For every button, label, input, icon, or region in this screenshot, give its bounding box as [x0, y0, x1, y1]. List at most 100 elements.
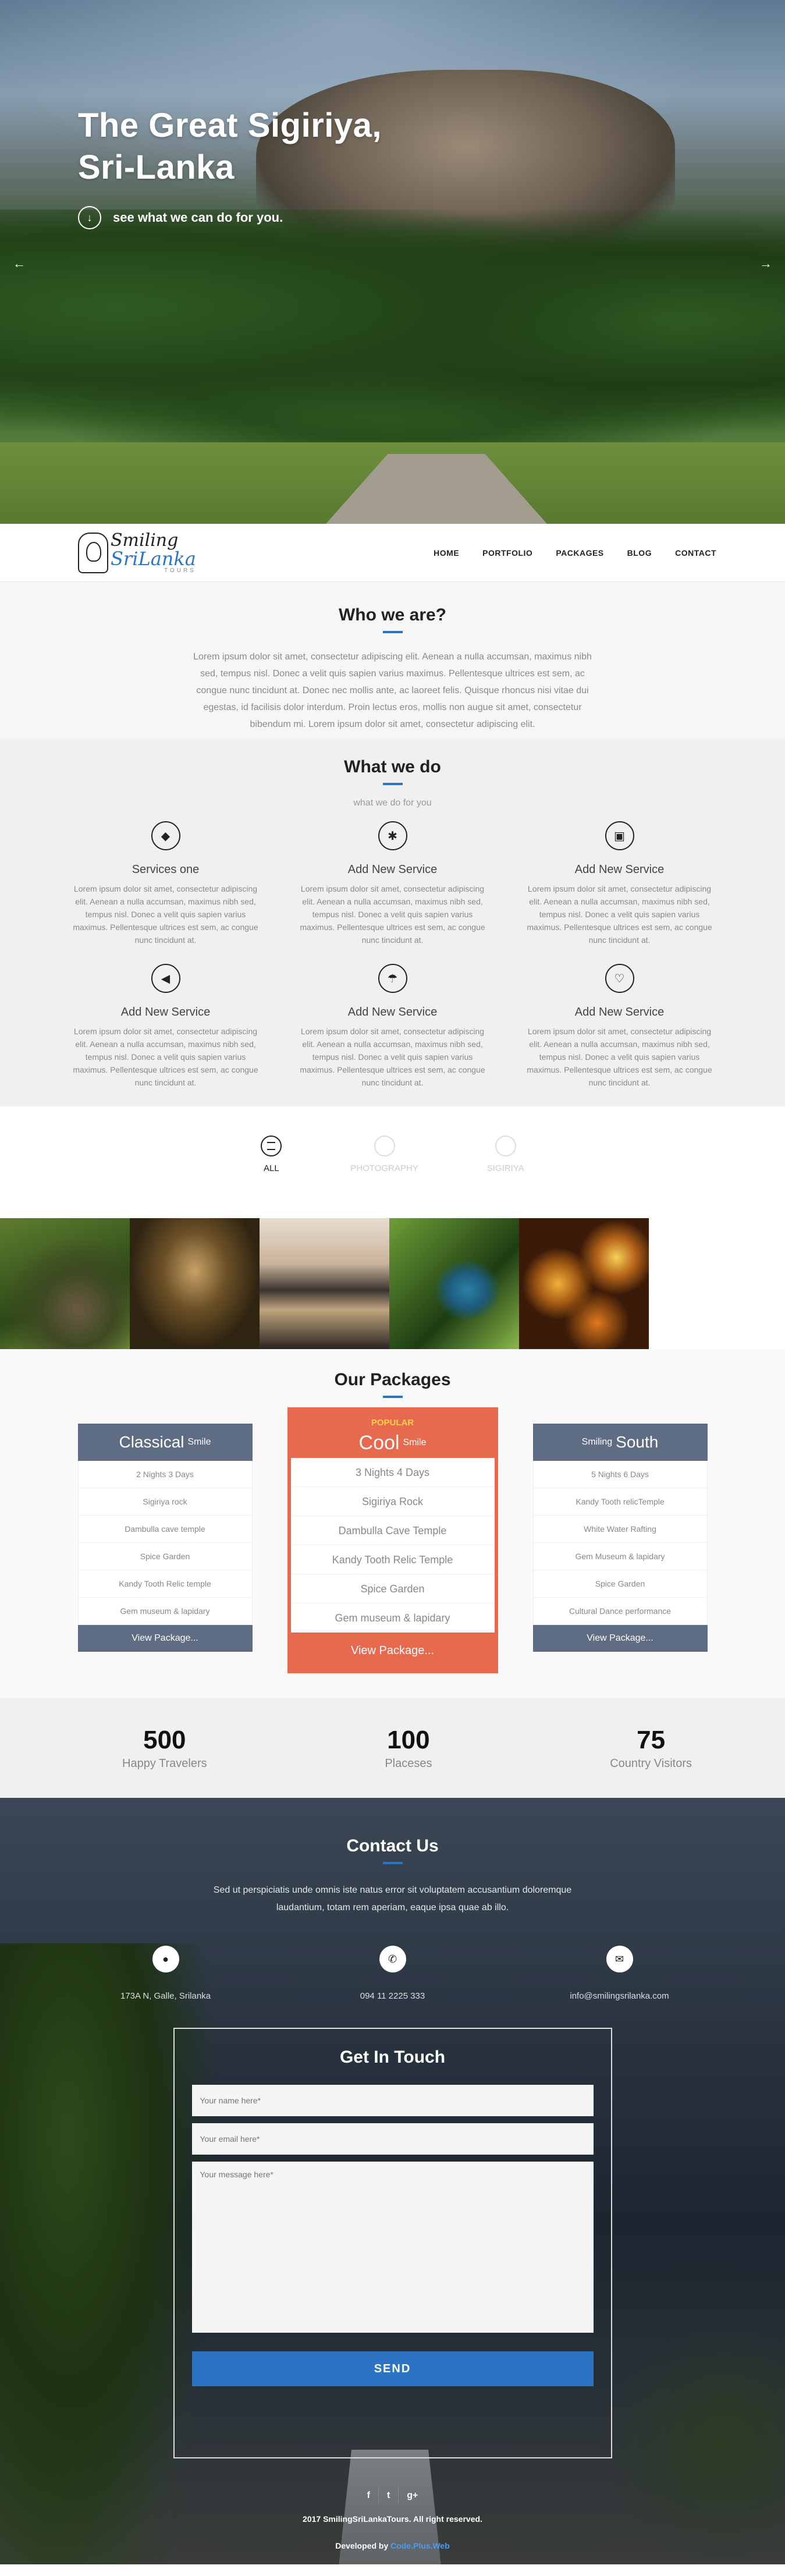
hero-subtitle-row[interactable]: ↓ see what we can do for you. — [78, 206, 382, 229]
heart-icon: ♡ — [605, 964, 634, 993]
site-footer: f t g+ 2017 SmilingSriLankaTours. All ri… — [0, 2488, 785, 2550]
package-item: Gem Museum & lapidary — [533, 1543, 707, 1570]
nav-contact[interactable]: CONTACT — [675, 548, 716, 558]
nav-portfolio[interactable]: PORTFOLIO — [482, 548, 532, 558]
phone-text[interactable]: 094 11 2225 333 — [323, 1991, 463, 2001]
gallery-image-sunset-lake[interactable] — [260, 1218, 389, 1349]
slider-prev-icon[interactable]: ← — [13, 256, 26, 271]
popular-badge: POPULAR — [371, 1418, 414, 1428]
hero-trees — [0, 210, 785, 454]
package-name: Classical — [119, 1433, 184, 1451]
stat-happy-travelers: 500 Happy Travelers — [122, 1726, 207, 1770]
stats-section: 500 Happy Travelers 100 Placeses 75 Coun… — [0, 1698, 785, 1798]
section-title: Who we are? — [338, 605, 447, 625]
menu-icon[interactable] — [261, 1136, 282, 1156]
package-items: 2 Nights 3 Days Sigiriya rock Dambulla c… — [77, 1461, 253, 1625]
package-item: Gem museum & lapidary — [290, 1603, 495, 1633]
who-we-are-section: Who we are? Lorem ipsum dolor sit amet, … — [0, 582, 785, 740]
contact-form: Get In Touch SEND — [173, 2028, 612, 2458]
stat-places: 100 Placeses — [385, 1726, 432, 1770]
view-package-button[interactable]: View Package... — [532, 1625, 708, 1652]
filter-photography[interactable]: PHOTOGRAPHY — [350, 1136, 418, 1218]
contact-phone: ✆ 094 11 2225 333 — [323, 1946, 463, 2001]
package-item: 3 Nights 4 Days — [290, 1458, 495, 1487]
twitter-icon[interactable]: t — [387, 2490, 390, 2501]
hero-slider: The Great Sigiriya, Sri-Lanka ↓ see what… — [0, 0, 785, 524]
hero-subtitle[interactable]: see what we can do for you. — [113, 210, 283, 225]
nav-menu: HOME PORTFOLIO PACKAGES BLOG CONTACT — [434, 548, 716, 558]
map-pin-icon: ● — [152, 1946, 179, 1972]
service-description: Lorem ipsum dolor sit amet, consectetur … — [300, 1027, 485, 1087]
package-item: 5 Nights 6 Days — [533, 1461, 707, 1488]
main-navbar: Smiling SriLanka TOURS HOME PORTFOLIO PA… — [0, 524, 785, 582]
message-field[interactable] — [191, 2162, 594, 2333]
gallery-image-lights[interactable] — [519, 1218, 649, 1349]
filter-label[interactable]: ALL — [261, 1163, 282, 1173]
package-header: Classical Smile — [77, 1424, 253, 1461]
filter-label[interactable]: SIGIRIYA — [487, 1163, 524, 1173]
package-card-classical: Classical Smile 2 Nights 3 Days Sigiriya… — [77, 1424, 253, 1652]
title-underline — [382, 1862, 403, 1864]
facebook-icon[interactable]: f — [367, 2490, 370, 2501]
divider — [398, 2488, 399, 2504]
view-package-button[interactable]: View Package... — [291, 1633, 495, 1667]
package-tag: Smile — [187, 1437, 211, 1447]
service-card: ◆ Services one Lorem ipsum dolor sit ame… — [67, 821, 265, 946]
service-title: Services one — [132, 863, 200, 876]
package-card-south: Smiling South 5 Nights 6 Days Kandy Toot… — [532, 1424, 708, 1652]
name-field[interactable] — [191, 2085, 594, 2116]
logo-text: Smiling SriLanka TOURS — [111, 531, 196, 574]
site-logo[interactable]: Smiling SriLanka TOURS — [78, 531, 196, 574]
view-package-button[interactable]: View Package... — [77, 1625, 253, 1652]
portfolio-filters: ALL PHOTOGRAPHY SIGIRIYA — [0, 1106, 785, 1218]
email-text[interactable]: info@smilingsrilanka.com — [550, 1991, 690, 2001]
phone-icon: ✆ — [379, 1946, 406, 1972]
service-title: Add New Service — [347, 863, 438, 876]
arrow-down-icon[interactable]: ↓ — [78, 206, 101, 229]
slider-next-icon[interactable]: → — [759, 256, 772, 271]
copyright: 2017 SmilingSriLankaTours. All right res… — [303, 2514, 482, 2524]
email-field[interactable] — [191, 2123, 594, 2155]
package-item: White Water Rafting — [533, 1516, 707, 1543]
filter-label[interactable]: PHOTOGRAPHY — [350, 1163, 418, 1173]
who-we-are-text: Lorem ipsum dolor sit amet, consectetur … — [193, 652, 592, 729]
send-button[interactable]: SEND — [191, 2351, 594, 2386]
package-item: 2 Nights 3 Days — [78, 1461, 252, 1488]
filter-all[interactable]: ALL — [261, 1136, 282, 1218]
service-description: Lorem ipsum dolor sit amet, consectetur … — [300, 884, 485, 945]
service-card: ◀ Add New Service Lorem ipsum dolor sit … — [67, 964, 265, 1089]
filter-sigiriya[interactable]: SIGIRIYA — [487, 1136, 524, 1218]
service-title: Add New Service — [120, 1006, 211, 1019]
developer-prefix: Developed by — [335, 2541, 391, 2550]
gallery-image-buffalo[interactable] — [0, 1218, 130, 1349]
nav-home[interactable]: HOME — [434, 548, 459, 558]
contact-email: ✉ info@smilingsrilanka.com — [550, 1946, 690, 2001]
section-title: Contact Us — [346, 1836, 439, 1855]
gallery-image-forest[interactable] — [130, 1218, 260, 1349]
circle-icon[interactable] — [495, 1136, 516, 1156]
service-description: Lorem ipsum dolor sit amet, consectetur … — [73, 1027, 258, 1087]
google-plus-icon[interactable]: g+ — [407, 2490, 418, 2501]
stat-country-visitors: 75 Country Visitors — [610, 1726, 692, 1770]
service-card: ♡ Add New Service Lorem ipsum dolor sit … — [521, 964, 719, 1089]
circle-icon[interactable] — [374, 1136, 395, 1156]
nav-blog[interactable]: BLOG — [627, 548, 652, 558]
hero-title: The Great Sigiriya, Sri-Lanka — [78, 105, 382, 189]
package-name: Cool — [358, 1431, 400, 1454]
service-title: Add New Service — [574, 1006, 665, 1019]
service-description: Lorem ipsum dolor sit amet, consectetur … — [527, 1027, 712, 1087]
title-underline — [382, 631, 403, 633]
stat-number: 75 — [637, 1725, 666, 1754]
hero-title-line2: Sri-Lanka — [78, 148, 235, 186]
package-tag: Smiling — [581, 1437, 613, 1447]
gallery-image-kingfisher[interactable] — [389, 1218, 519, 1349]
developer-link[interactable]: Code.Plus.Web — [390, 2541, 450, 2550]
service-card: ☂ Add New Service Lorem ipsum dolor sit … — [294, 964, 492, 1089]
section-subtitle: what we do for you — [353, 798, 432, 808]
star-icon: ✱ — [378, 821, 407, 850]
hero-title-line1: The Great Sigiriya, — [78, 107, 382, 144]
stat-label: Placeses — [385, 1757, 432, 1770]
contact-address: ● 173A N, Galle, Srilanka — [96, 1946, 236, 2001]
nav-packages[interactable]: PACKAGES — [556, 548, 603, 558]
title-underline — [382, 783, 403, 785]
